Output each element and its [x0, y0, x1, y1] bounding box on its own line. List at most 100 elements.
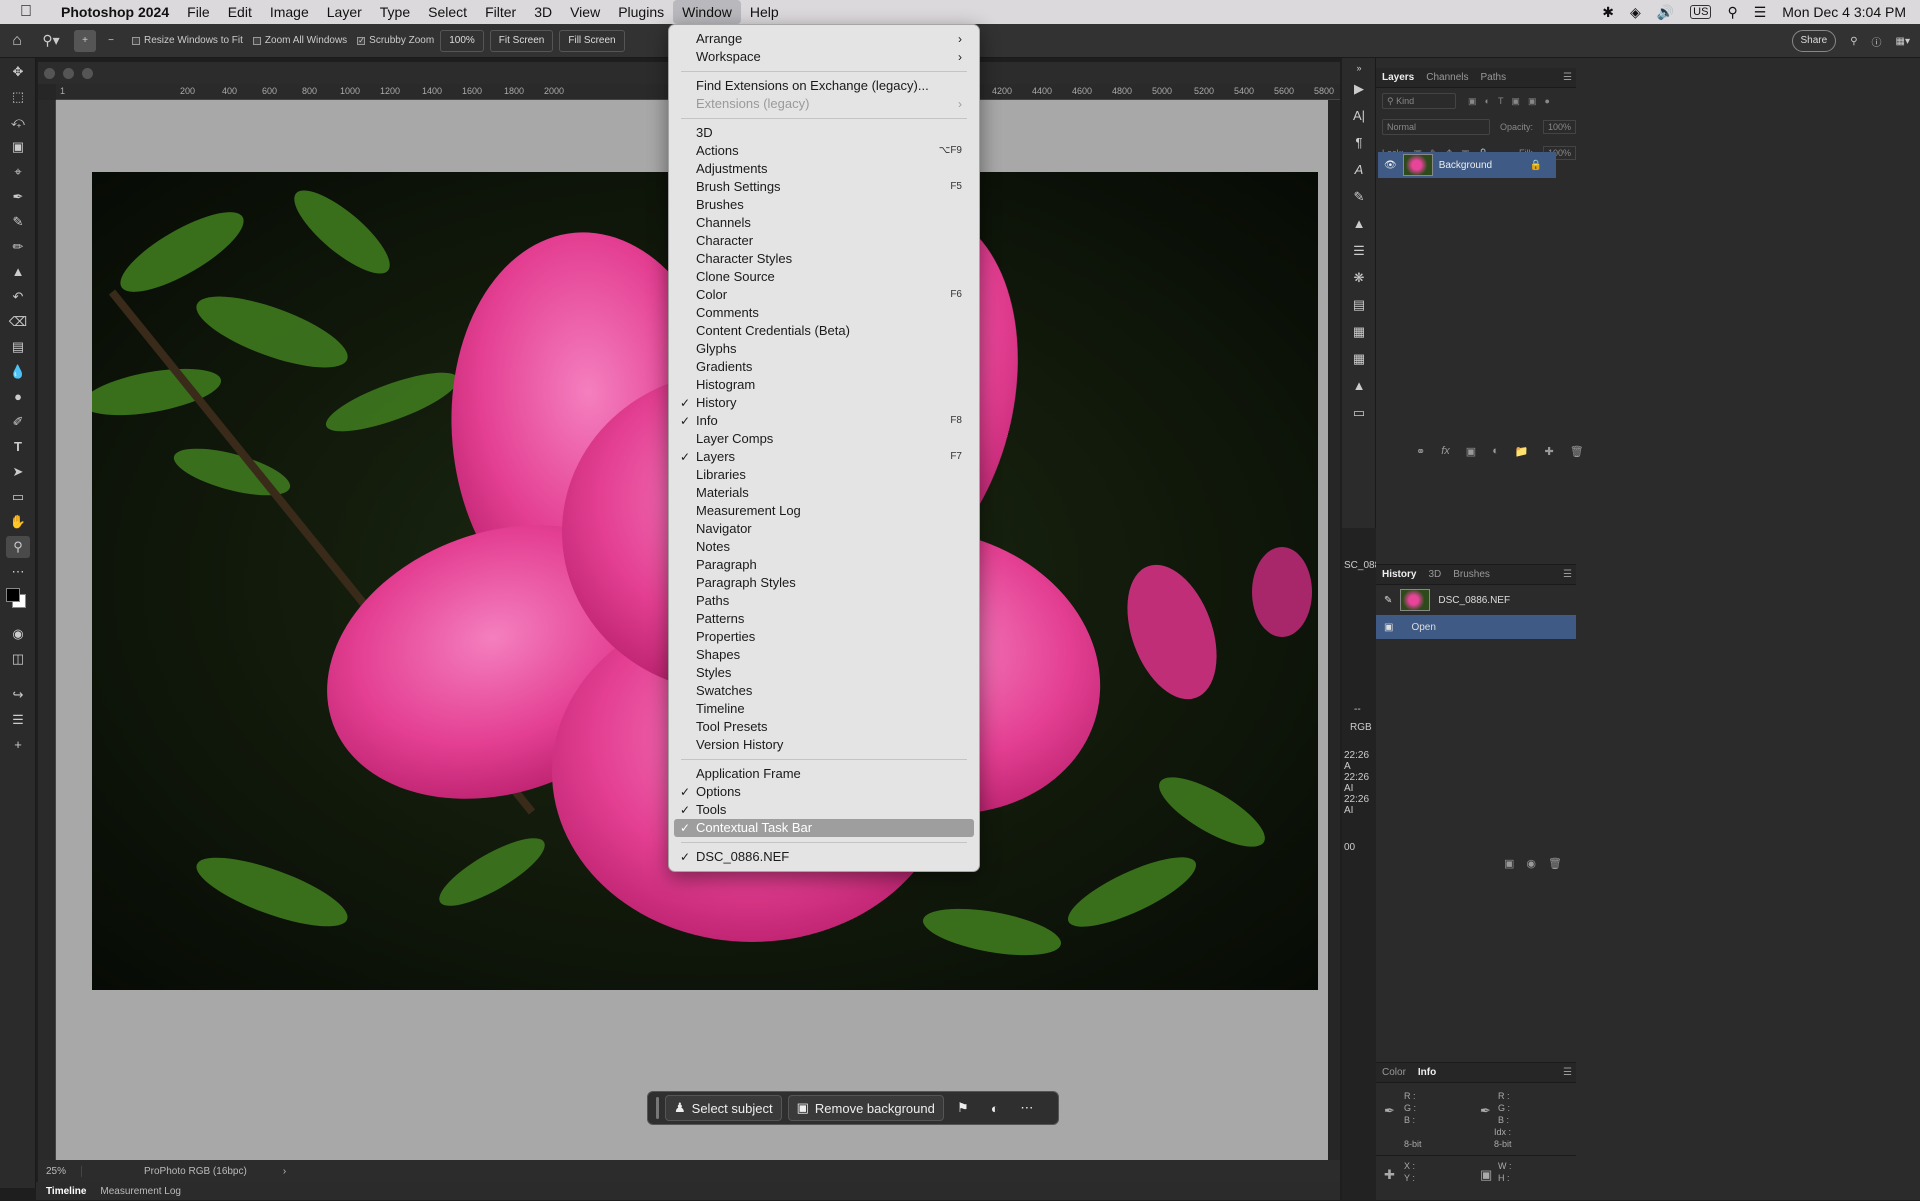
pen-tool-icon[interactable]: ✐ [6, 411, 30, 433]
zoom-all-checkbox[interactable] [252, 36, 261, 45]
fill-screen-button[interactable]: Fill Screen [559, 29, 625, 52]
status-profile[interactable]: ProPhoto RGB (16bpc) [82, 1166, 247, 1177]
resize-windows-checkbox[interactable] [132, 36, 140, 45]
brush-tool-icon[interactable]: ✏ [6, 236, 30, 258]
menu-3d[interactable]: 3D [525, 0, 561, 24]
drag-handle[interactable] [656, 1097, 659, 1119]
menu-item-3d[interactable]: 3D [674, 124, 974, 142]
zoom-out-icon[interactable]: − [100, 35, 122, 46]
menu-item-gradients[interactable]: Gradients [674, 358, 974, 376]
menu-item-properties[interactable]: Properties [674, 628, 974, 646]
clone-stamp-tool-icon[interactable]: ▲ [6, 261, 30, 283]
object-selection-tool-icon[interactable]: ▣ [6, 136, 30, 158]
list-icon[interactable]: ☰ [6, 709, 30, 731]
share-button[interactable]: Share [1791, 30, 1837, 52]
menu-item-history[interactable]: ✓ History [674, 394, 974, 412]
menu-item-paragraph[interactable]: Paragraph [674, 556, 974, 574]
screen-mode-icon[interactable]: ◫ [6, 648, 30, 670]
link-icon[interactable]: ⚭ [1416, 445, 1425, 458]
control-center-icon[interactable]: ☰ [1754, 4, 1767, 21]
menu-item-libraries[interactable]: Libraries [674, 466, 974, 484]
tab-layers[interactable]: Layers [1382, 72, 1414, 83]
lasso-tool-icon[interactable]: ⤽ [6, 111, 30, 133]
marquee-tool-icon[interactable]: ⬚ [6, 86, 30, 108]
adjustment-layer-icon[interactable]: ◐ [1492, 445, 1499, 457]
brush-settings-icon[interactable]: ✎ [1348, 186, 1370, 208]
tab-timeline[interactable]: Timeline [46, 1186, 86, 1197]
menu-item-dsc-0886-nef[interactable]: ✓ DSC_0886.NEF [674, 848, 974, 866]
play-actions-icon[interactable]: ▶ [1348, 78, 1370, 100]
volume-icon[interactable]: 🔊 [1657, 4, 1674, 21]
dodge-tool-icon[interactable]: ● [6, 386, 30, 408]
tab-3d[interactable]: 3D [1428, 569, 1441, 580]
menu-item-clone-source[interactable]: Clone Source [674, 268, 974, 286]
input-source[interactable]: US [1690, 5, 1712, 19]
hand-tool-icon[interactable]: ✋ [6, 511, 30, 533]
eraser-tool-icon[interactable]: ⌫ [6, 311, 30, 333]
menu-edit[interactable]: Edit [219, 0, 261, 24]
tab-info[interactable]: Info [1418, 1067, 1436, 1078]
menu-item-workspace[interactable]: Workspace › [674, 48, 974, 66]
paragraph-icon[interactable]: ¶ [1348, 132, 1370, 154]
close-icon[interactable] [44, 67, 55, 79]
add-icon[interactable]: + [6, 734, 30, 756]
lock-icon[interactable]: 🔒 [1530, 160, 1556, 171]
table-icon[interactable]: ▦ [1348, 321, 1370, 343]
menu-item-patterns[interactable]: Patterns [674, 610, 974, 628]
workspace-icon[interactable]: ▦▾ [1896, 36, 1910, 47]
remove-background-button[interactable]: ▣ Remove background [787, 1095, 944, 1121]
status-zoom[interactable]: 25% [38, 1165, 82, 1177]
menu-app-name[interactable]: Photoshop 2024 [52, 0, 178, 24]
trash-icon[interactable]: 🗑 [1570, 445, 1584, 458]
menu-item-adjustments[interactable]: Adjustments [674, 160, 974, 178]
menu-item-shapes[interactable]: Shapes [674, 646, 974, 664]
search-icon[interactable]: ⚲ [1727, 4, 1737, 21]
menu-item-histogram[interactable]: Histogram [674, 376, 974, 394]
zoom-in-icon[interactable]: + [74, 29, 96, 52]
more-tools-icon[interactable]: ⋯ [6, 561, 30, 583]
navigator-icon[interactable]: ❋ [1348, 267, 1370, 289]
menu-file[interactable]: File [178, 0, 219, 24]
search-icon[interactable]: ⚲ [1850, 36, 1857, 47]
menu-item-brush-settings[interactable]: Brush Settings F5 [674, 178, 974, 196]
history-brush-icon[interactable]: ✎ [1384, 595, 1392, 606]
camera-icon[interactable]: ◉ [1526, 857, 1536, 870]
menu-item-find-extensions-on-exchange-legacy[interactable]: Find Extensions on Exchange (legacy)... [674, 77, 974, 95]
path-selection-tool-icon[interactable]: ➤ [6, 461, 30, 483]
menu-view[interactable]: View [561, 0, 609, 24]
history-snapshot[interactable]: ✎ DSC_0886.NEF [1376, 585, 1576, 615]
menu-item-paragraph-styles[interactable]: Paragraph Styles [674, 574, 974, 592]
menu-type[interactable]: Type [371, 0, 419, 24]
export-icon[interactable]: ↪ [6, 684, 30, 706]
new-layer-icon[interactable]: ✚ [1545, 445, 1554, 458]
menu-item-application-frame[interactable]: Application Frame [674, 765, 974, 783]
group-icon[interactable]: 📁 [1515, 445, 1529, 458]
menu-item-version-history[interactable]: Version History [674, 736, 974, 754]
bluetooth-icon[interactable]: ✱ [1602, 4, 1614, 21]
menu-item-color[interactable]: Color F6 [674, 286, 974, 304]
move-tool-icon[interactable]: ✥ [6, 61, 30, 83]
wifi-icon[interactable]: ◈ [1630, 4, 1641, 21]
menu-item-glyphs[interactable]: Glyphs [674, 340, 974, 358]
menu-item-actions[interactable]: Actions ⌥F9 [674, 142, 974, 160]
zoom-tool-icon[interactable]: ⚲ [6, 536, 30, 558]
menu-item-comments[interactable]: Comments [674, 304, 974, 322]
apple-icon[interactable]:  [0, 3, 52, 21]
help-icon[interactable]: ⓘ [1872, 34, 1882, 49]
menu-item-materials[interactable]: Materials [674, 484, 974, 502]
minimize-icon[interactable] [63, 67, 74, 79]
gradient-icon[interactable]: ▭ [1348, 402, 1370, 424]
menu-item-layers[interactable]: ✓ Layers F7 [674, 448, 974, 466]
eyedropper-tool-icon[interactable]: ✒ [6, 186, 30, 208]
glyphs-icon[interactable]: A [1348, 159, 1370, 181]
menubar-clock[interactable]: Mon Dec 4 3:04 PM [1782, 4, 1906, 20]
blend-mode-select[interactable]: Normal [1382, 119, 1490, 135]
menu-item-swatches[interactable]: Swatches [674, 682, 974, 700]
layer-name[interactable]: Background [1439, 160, 1492, 171]
menu-image[interactable]: Image [261, 0, 318, 24]
zoom-value-field[interactable]: 100% [440, 29, 484, 52]
gradient-tool-icon[interactable]: ▤ [6, 336, 30, 358]
menu-item-character-styles[interactable]: Character Styles [674, 250, 974, 268]
tab-history[interactable]: History [1382, 569, 1416, 580]
type-tool-icon[interactable]: T [6, 436, 30, 458]
